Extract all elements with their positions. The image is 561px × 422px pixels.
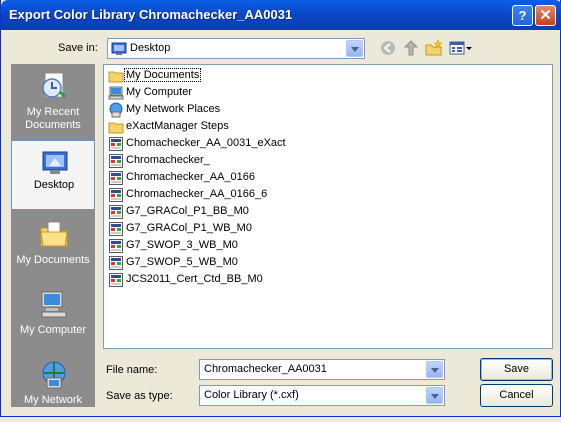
file-name-field[interactable]: Chromachecker_AA0031 — [199, 359, 445, 380]
title-bar[interactable]: Export Color Library Chromachecker_AA003… — [1, 0, 561, 30]
computer-icon — [108, 86, 124, 100]
up-folder-icon[interactable] — [400, 38, 422, 58]
desktop-icon — [111, 42, 127, 55]
file-name: G7_SWOP_3_WB_M0 — [126, 239, 238, 251]
save-button[interactable]: Save — [480, 358, 553, 381]
file-name: G7_SWOP_5_WB_M0 — [126, 256, 238, 268]
my-documents-icon — [40, 221, 68, 247]
save-as-type-label: Save as type: — [106, 390, 173, 402]
file-name: Chromachecker_AA_0166 — [126, 171, 256, 183]
cxf-file-icon — [109, 154, 123, 168]
network-icon — [109, 102, 123, 118]
file-name: My Documents — [123, 68, 202, 82]
file-name: G7_GRACol_P1_WB_M0 — [126, 222, 252, 234]
file-name-label: File name: — [106, 364, 158, 376]
file-name: JCS2011_Cert_Ctd_BB_M0 — [126, 273, 263, 285]
file-name: Chomachecker_AA_0031_eXact — [126, 137, 286, 149]
save-in-value: Desktop — [130, 42, 171, 54]
new-folder-icon[interactable] — [423, 38, 445, 58]
folder-icon — [108, 122, 124, 134]
file-name: Chromachecker_AA_0166_6 — [126, 188, 268, 200]
cxf-file-icon — [109, 137, 123, 151]
desktop-icon — [42, 151, 68, 174]
chevron-down-icon[interactable] — [346, 40, 363, 57]
cxf-file-icon — [109, 256, 123, 270]
close-button[interactable]: ✕ — [535, 5, 556, 26]
cxf-file-icon — [109, 222, 123, 236]
my-network-icon — [42, 361, 66, 389]
place-my-computer[interactable]: My Computer — [11, 282, 95, 352]
help-button[interactable]: ? — [512, 5, 533, 26]
file-list[interactable]: My Documents My Computer My Network Plac… — [103, 64, 553, 349]
cxf-file-icon — [109, 273, 123, 287]
place-label: My Documents — [16, 254, 90, 266]
save-dialog: Export Color Library Chromachecker_AA003… — [0, 0, 561, 417]
save-in-dropdown[interactable]: Desktop — [107, 38, 365, 59]
chevron-down-icon[interactable] — [426, 361, 443, 378]
file-name: G7_GRACol_P1_BB_M0 — [126, 205, 249, 217]
place-desktop[interactable]: Desktop — [11, 140, 95, 210]
file-name-value: Chromachecker_AA0031 — [204, 363, 327, 375]
save-as-type-dropdown[interactable]: Color Library (*.cxf) — [199, 385, 445, 406]
file-name: eXactManager Steps — [126, 120, 229, 132]
place-my-documents[interactable]: My Documents — [11, 212, 95, 282]
view-menu-icon[interactable] — [447, 38, 473, 58]
place-label: Desktop — [33, 179, 75, 191]
places-bar: My Recent Documents Desktop My Documents — [11, 64, 95, 407]
file-name: My Network Places — [126, 103, 221, 115]
cancel-button[interactable]: Cancel — [480, 384, 553, 407]
cxf-file-icon — [109, 205, 123, 219]
cxf-file-icon — [109, 188, 123, 202]
file-name: Chromachecker_ — [126, 154, 210, 166]
my-computer-icon — [41, 291, 67, 318]
chevron-down-icon[interactable] — [426, 387, 443, 404]
file-name: My Computer — [126, 86, 193, 98]
place-label: My Computer — [19, 324, 87, 336]
recent-documents-icon — [42, 72, 67, 99]
save-as-type-value: Color Library (*.cxf) — [204, 389, 299, 401]
place-label: My Network — [23, 394, 83, 406]
window-title: Export Color Library Chromachecker_AA003… — [9, 7, 293, 22]
place-my-recent-documents[interactable]: My Recent Documents — [11, 64, 95, 134]
save-in-label: Save in: — [58, 42, 98, 54]
folder-icon — [108, 71, 124, 83]
cxf-file-icon — [109, 171, 123, 185]
cxf-file-icon — [109, 239, 123, 253]
place-label: My Recent Documents — [25, 106, 81, 131]
place-my-network[interactable]: My Network — [11, 352, 95, 422]
back-icon[interactable] — [377, 38, 399, 58]
